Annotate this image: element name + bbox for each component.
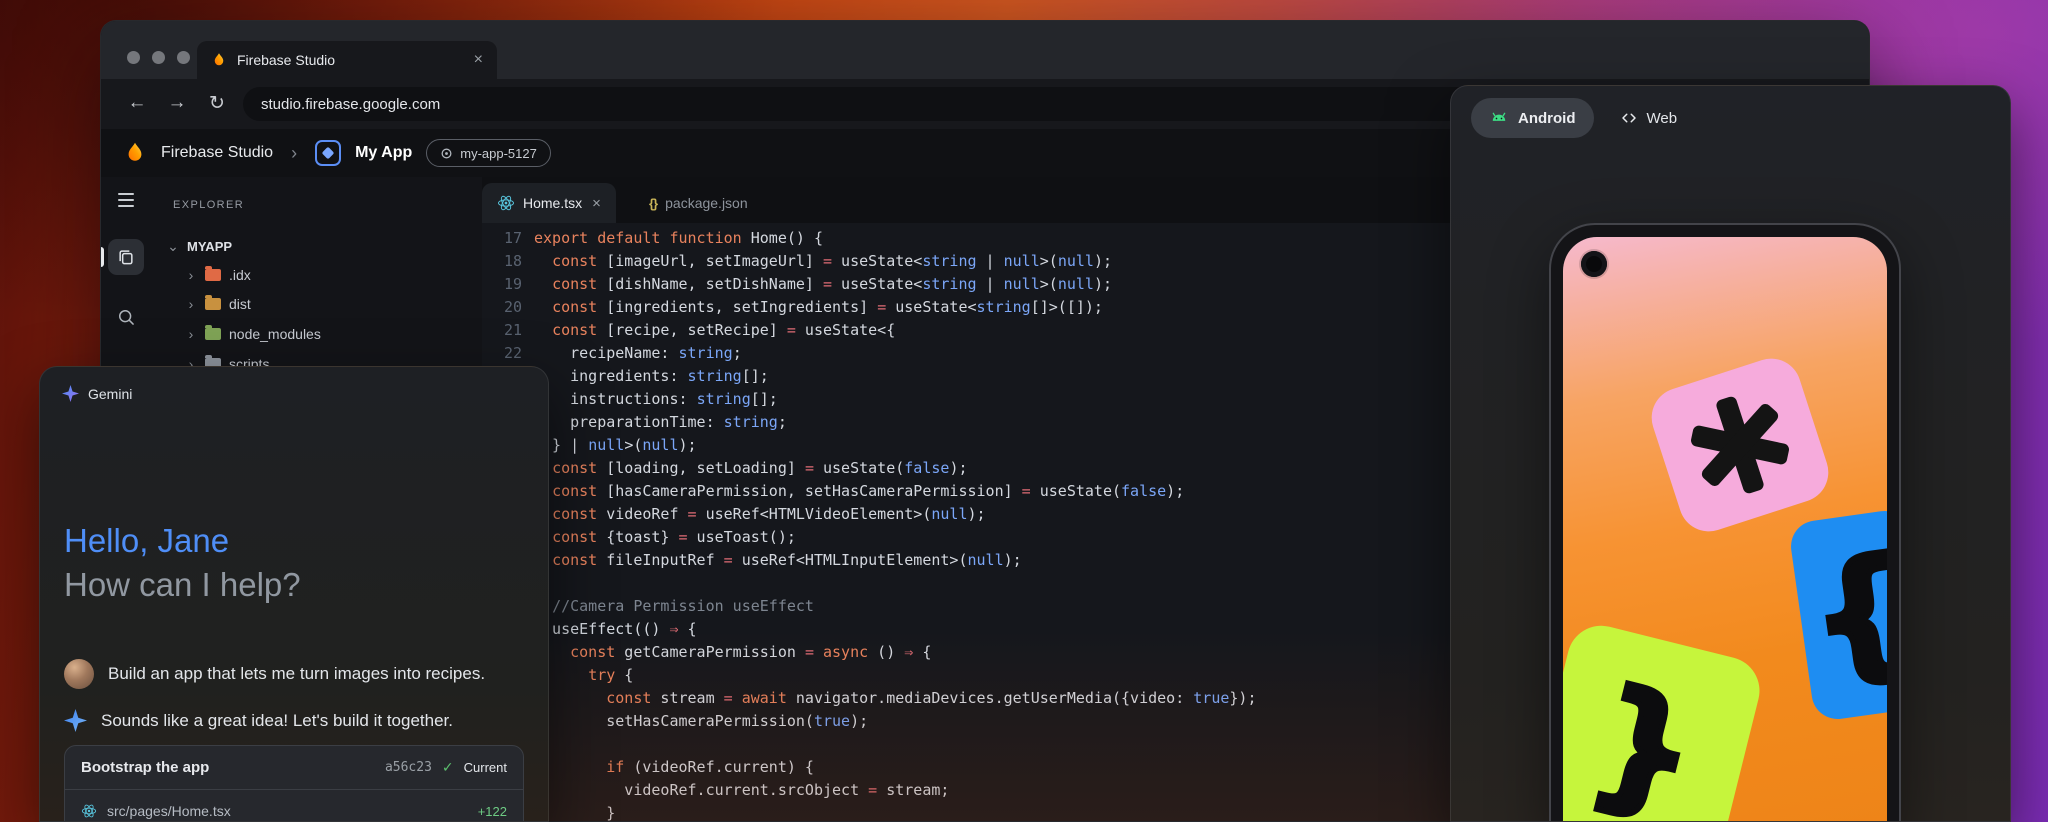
code-icon xyxy=(1620,109,1638,127)
asterisk-icon xyxy=(1677,382,1803,508)
window-close-button[interactable] xyxy=(127,51,140,64)
greeting-primary: Hello, Jane xyxy=(64,519,301,563)
task-card-header: Bootstrap the app a56c23 ✓ Current xyxy=(65,746,523,790)
folder-icon xyxy=(205,269,221,281)
greeting-secondary: How can I help? xyxy=(64,563,301,607)
tree-root-myapp[interactable]: ⌄ MYAPP xyxy=(167,233,232,259)
app-shape-blue: { xyxy=(1788,508,1887,723)
active-view-indicator xyxy=(101,247,104,267)
chevron-right-icon: › xyxy=(185,267,197,283)
folder-icon xyxy=(205,328,221,340)
explorer-view-button[interactable] xyxy=(108,239,144,275)
files-icon xyxy=(116,247,136,267)
chevron-down-icon: ⌄ xyxy=(167,238,179,255)
project-id-badge[interactable]: my-app-5127 xyxy=(426,139,551,167)
breadcrumb-brand[interactable]: Firebase Studio xyxy=(161,144,273,162)
chevron-right-icon: › xyxy=(185,326,197,342)
react-icon xyxy=(81,803,97,819)
window-zoom-button[interactable] xyxy=(177,51,190,64)
browser-tab[interactable]: Firebase Studio × xyxy=(197,41,497,79)
app-prototype-icon xyxy=(315,140,341,166)
project-name[interactable]: My App xyxy=(355,144,412,162)
gemini-sparkle-icon xyxy=(62,385,79,402)
search-view-button[interactable] xyxy=(101,307,151,327)
tab-close-icon[interactable]: × xyxy=(592,195,601,212)
explorer-title: EXPLORER xyxy=(173,199,244,211)
react-icon xyxy=(497,194,515,212)
gemini-greeting: Hello, Jane How can I help? xyxy=(64,519,301,607)
user-avatar xyxy=(64,659,94,689)
project-icon xyxy=(440,147,453,160)
phone-screen: { } xyxy=(1563,237,1887,822)
json-braces-icon: {} xyxy=(649,196,657,211)
task-title: Bootstrap the app xyxy=(81,759,375,776)
status-badge: Current xyxy=(464,760,507,775)
toggle-android[interactable]: Android xyxy=(1471,98,1594,138)
search-icon xyxy=(116,307,136,327)
project-id: my-app-5127 xyxy=(460,146,537,161)
reload-icon[interactable]: ↻ xyxy=(205,92,229,115)
chevron-right-icon: › xyxy=(185,296,197,312)
task-card[interactable]: Bootstrap the app a56c23 ✓ Current src/p… xyxy=(64,745,524,822)
open-brace-icon: { xyxy=(1802,539,1887,692)
browser-tab-strip: Firebase Studio × xyxy=(101,21,1869,79)
phone-camera xyxy=(1581,251,1607,277)
preview-target-toggles: Android Web xyxy=(1471,98,1683,138)
window-controls xyxy=(127,51,190,64)
tree-item-dist[interactable]: › dist xyxy=(185,291,251,317)
browser-tab-title: Firebase Studio xyxy=(237,52,464,68)
diff-added-count: +122 xyxy=(478,804,507,819)
gemini-header: Gemini xyxy=(62,385,132,402)
forward-icon[interactable]: → xyxy=(165,92,189,114)
gemini-sparkle-icon xyxy=(64,709,87,732)
breadcrumb-separator: › xyxy=(287,143,301,164)
close-brace-icon: } xyxy=(1580,669,1711,822)
editor-tab-home-tsx[interactable]: Home.tsx × xyxy=(482,183,616,223)
device-preview-panel: Android Web { } xyxy=(1450,85,2011,822)
gemini-title: Gemini xyxy=(88,386,132,402)
desktop: Firebase Studio × ← → ↻ studio.firebase.… xyxy=(0,0,2048,822)
task-card-file-row[interactable]: src/pages/Home.tsx +122 xyxy=(65,790,523,822)
phone-mockup: { } xyxy=(1549,223,1901,822)
url-text: studio.firebase.google.com xyxy=(261,96,440,113)
chat-message-user: Build an app that lets me turn images in… xyxy=(64,659,485,689)
tree-item-node-modules[interactable]: › node_modules xyxy=(185,321,321,347)
menu-icon[interactable] xyxy=(101,193,151,207)
tree-item-idx[interactable]: › .idx xyxy=(185,262,251,288)
app-shape-pink xyxy=(1644,351,1836,539)
check-icon: ✓ xyxy=(442,759,454,776)
chat-message-gemini: Sounds like a great idea! Let's build it… xyxy=(64,709,453,732)
commit-hash: a56c23 xyxy=(385,760,432,775)
app-shape-green: } xyxy=(1563,619,1767,822)
editor-tab-package-json[interactable]: {} package.json xyxy=(634,183,763,223)
firebase-logo-icon xyxy=(123,141,147,165)
firebase-favicon-icon xyxy=(211,52,227,68)
changed-file-path: src/pages/Home.tsx xyxy=(107,803,468,819)
back-icon[interactable]: ← xyxy=(125,92,149,114)
folder-icon xyxy=(205,298,221,310)
tab-close-icon[interactable]: × xyxy=(474,52,483,68)
gemini-panel: Gemini Hello, Jane How can I help? Build… xyxy=(39,366,549,822)
window-minimize-button[interactable] xyxy=(152,51,165,64)
android-icon xyxy=(1489,108,1509,128)
toggle-web[interactable]: Web xyxy=(1614,98,1684,138)
